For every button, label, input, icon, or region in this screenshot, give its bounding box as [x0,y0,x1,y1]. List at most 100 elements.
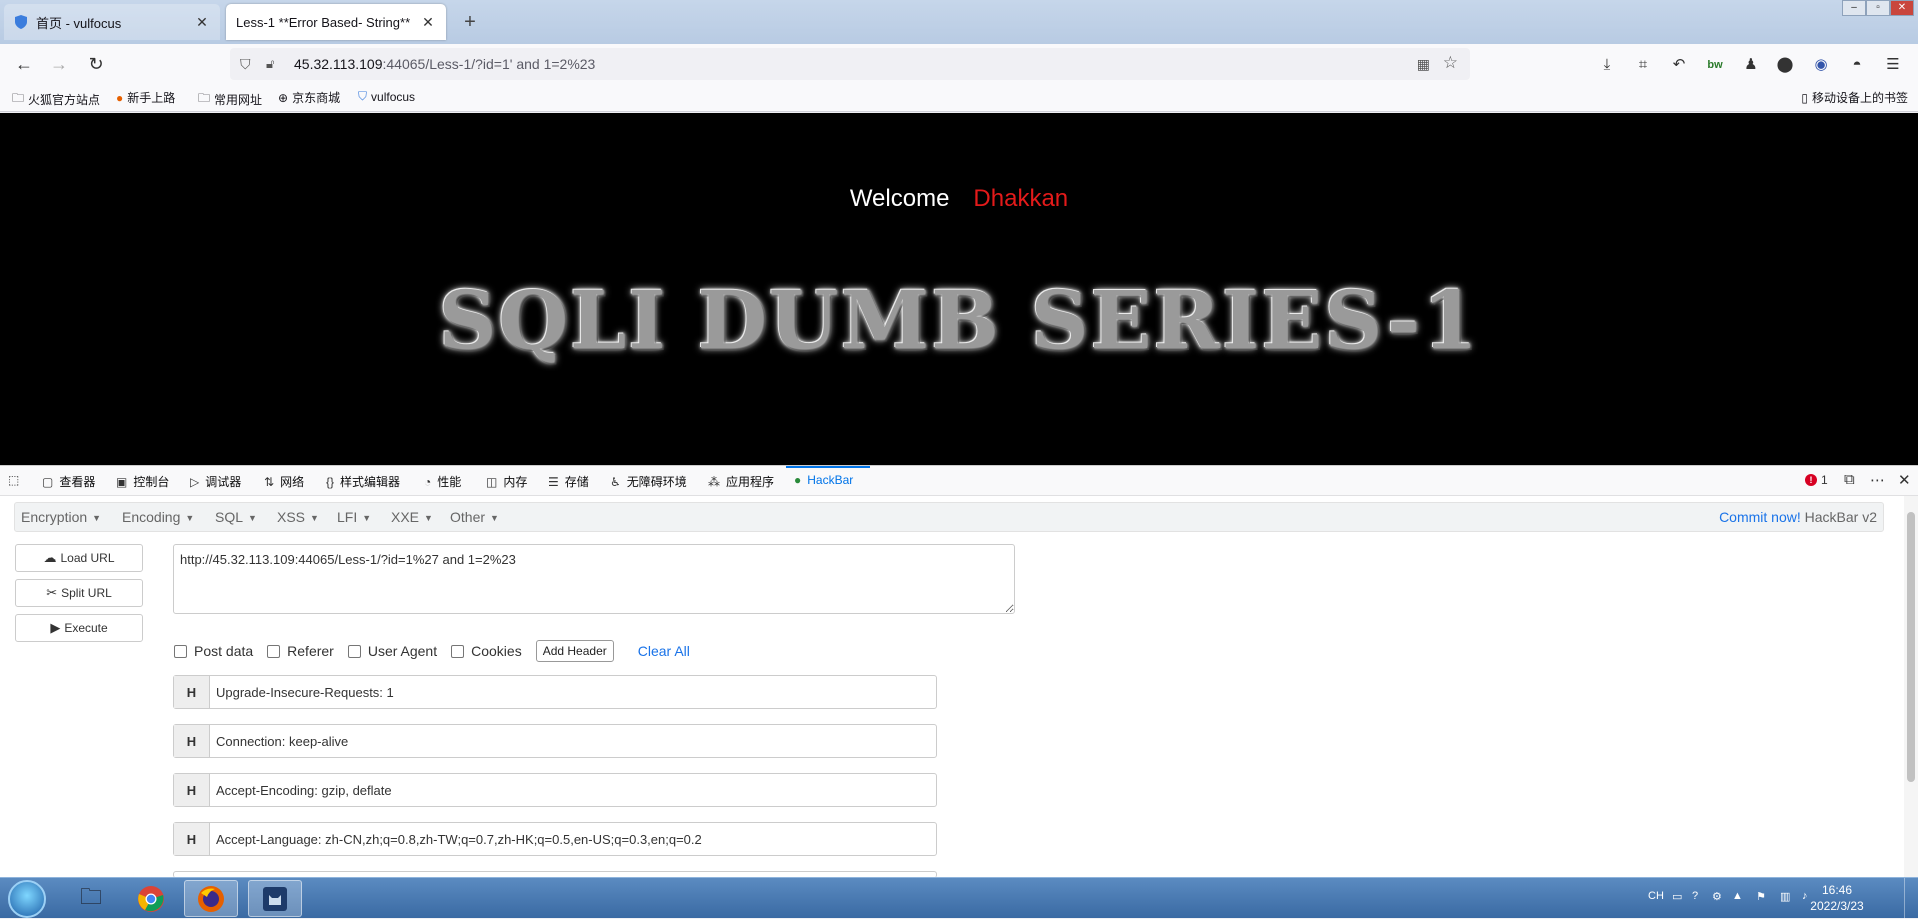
menu-label: XSS [277,509,306,525]
extension-spy-icon[interactable]: ♟ [1740,54,1762,76]
menu-encryption[interactable]: Encryption ▼ [21,509,101,525]
commit-now-link[interactable]: Commit now! [1719,509,1801,525]
dock-side-icon[interactable]: ⧉ [1844,471,1855,488]
bookmark-getting-started[interactable]: ● 新手上路 [116,89,175,106]
header-value[interactable]: Upgrade-Insecure-Requests: 1 [210,676,394,708]
language-indicator[interactable]: CH [1648,890,1664,902]
checkbox-box[interactable] [347,644,361,658]
tab-title: 首页 - vulfocus [36,15,122,31]
bookmark-star-icon[interactable]: ☆ [1443,53,1458,73]
menu-encoding[interactable]: Encoding ▼ [122,509,194,525]
header-value[interactable]: Connection: keep-alive [210,725,348,757]
menu-other[interactable]: Other ▼ [450,509,499,525]
close-tab-icon[interactable]: ✕ [194,14,210,31]
hackbar-url-input[interactable]: http://45.32.113.109:44065/Less-1/?id=1%… [173,544,1015,614]
tab-performance[interactable]: ◔ 性能 [424,473,461,490]
tab-style-editor[interactable]: {} 样式编辑器 [326,473,400,490]
tab-console[interactable]: ▣ 控制台 [116,473,169,490]
tab-inspector[interactable]: ▢ 查看器 [42,473,95,490]
extension-circle-icon[interactable]: ⬤ [1774,54,1796,76]
url-text[interactable]: 45.32.113.109:44065/Less-1/?id=1' and 1=… [294,56,595,72]
menu-xss[interactable]: XSS ▼ [277,509,319,525]
tracking-protection-shield-icon[interactable]: ⛉ [240,56,258,73]
tab-vulfocus[interactable]: 首页 - vulfocus ✕ [4,4,220,40]
error-count-badge[interactable]: ! 1 [1805,473,1828,487]
tab-application[interactable]: ⁂ 应用程序 [708,473,774,490]
qr-code-icon[interactable]: ▦ [1417,56,1430,73]
bookmark-jd[interactable]: ⊕ 京东商城 [278,89,340,106]
back-arrow-icon[interactable]: ← [10,52,38,76]
checkbox-box[interactable] [174,644,187,658]
tray-expand-icon[interactable]: ▲ [1732,890,1743,902]
welcome-text: Welcome [849,185,950,212]
start-button[interactable] [8,880,46,918]
bookmark-vulfocus[interactable]: ⛉ vulfocus [358,89,415,104]
window-close-button[interactable]: ✕ [1890,0,1914,16]
system-clock[interactable]: 16:46 2022/3/23 [1802,882,1872,914]
cookies-checkbox[interactable]: Cookies [451,643,522,659]
header-value[interactable]: Accept-Encoding: gzip, deflate [210,774,392,806]
download-icon[interactable]: ⤓ [1596,54,1618,76]
menu-sql[interactable]: SQL ▼ [215,509,257,525]
extension-hat-icon[interactable]: ◓ [1846,54,1868,76]
tab-storage[interactable]: ☰ 存储 [548,473,589,490]
header-row[interactable]: H Accept-Encoding: gzip, deflate [173,773,937,807]
show-desktop-button[interactable] [1904,878,1918,919]
menu-hamburger-icon[interactable]: ☰ [1882,54,1904,76]
devtools-scrollbar[interactable] [1904,496,1918,878]
settings-icon[interactable]: ⚙ [1712,890,1722,903]
header-row[interactable]: H Upgrade-Insecure-Requests: 1 [173,675,937,709]
app-cat-icon[interactable] [248,880,302,917]
action-center-icon[interactable]: ⚑ [1756,890,1766,903]
network-tray-icon[interactable]: ▥ [1780,890,1790,903]
close-tab-icon[interactable]: ✕ [420,14,436,31]
keyboard-icon[interactable]: ▭ [1672,890,1682,903]
checkbox-box[interactable] [267,644,281,658]
tab-hackbar[interactable]: ● HackBar [794,473,853,487]
url-bar[interactable]: ⛉ 🔓︎ 45.32.113.109:44065/Less-1/?id=1' a… [230,48,1470,80]
post-data-checkbox[interactable]: Post data [174,643,253,659]
forward-arrow-icon[interactable]: → [45,52,73,76]
tab-network[interactable]: ⇅ 网络 [264,473,304,490]
header-row[interactable]: H Connection: keep-alive [173,724,937,758]
vulfocus-shield-icon [14,15,28,29]
referer-checkbox[interactable]: Referer [267,643,334,659]
tab-memory[interactable]: ◫ 内存 [486,473,527,490]
header-row[interactable]: H Accept-Language: zh-CN,zh;q=0.8,zh-TW;q… [173,822,937,856]
more-options-icon[interactable]: ⋯ [1870,471,1885,489]
element-picker-icon[interactable]: ⬚ [8,473,25,487]
chrome-icon[interactable] [124,880,178,917]
tab-accessibility[interactable]: ♿︎ 无障碍环境 [610,473,687,490]
header-h-label: H [174,823,210,855]
header-value[interactable]: Accept-Language: zh-CN,zh;q=0.8,zh-TW;q=… [210,823,702,855]
mobile-bookmarks[interactable]: ▯ 移动设备上的书签 [1801,89,1908,106]
bookmark-firefox-official[interactable]: 🗀︎ 火狐官方站点 [12,89,100,110]
scrollbar-thumb[interactable] [1907,512,1915,782]
new-tab-button[interactable]: + [458,10,482,34]
extension-globe-icon[interactable]: ◉ [1810,54,1832,76]
tab-less-1[interactable]: Less-1 **Error Based- String** ✕ [226,4,446,40]
tab-debugger[interactable]: ▷ 调试器 [190,473,241,490]
execute-button[interactable]: ▶ Execute [15,614,143,642]
menu-lfi[interactable]: LFI ▼ [337,509,371,525]
close-devtools-icon[interactable]: ✕ [1898,471,1911,489]
split-url-button[interactable]: ✂ Split URL [15,579,143,607]
extension-bw-icon[interactable]: bw [1704,54,1726,76]
user-agent-checkbox[interactable]: User Agent [347,643,437,659]
menu-xxe[interactable]: XXE ▼ [391,509,433,525]
help-icon[interactable]: ? [1692,890,1698,902]
bookmark-common-sites[interactable]: 🗀︎ 常用网址 [198,89,262,110]
add-header-button[interactable]: Add Header [535,640,614,662]
checkbox-box[interactable] [451,644,465,658]
clear-all-link[interactable]: Clear All [638,643,690,659]
reload-icon[interactable]: ↻ [82,52,110,76]
screenshot-crop-icon[interactable]: ⌗ [1632,54,1654,76]
maximize-button[interactable]: ▫ [1866,0,1890,16]
file-explorer-icon[interactable]: 🗀︎ [64,880,118,917]
undo-icon[interactable]: ↶ [1668,54,1690,76]
load-url-button[interactable]: ☁ Load URL [15,544,143,572]
firefox-taskbar-icon[interactable] [184,880,238,917]
caret-down-icon: ▼ [248,513,257,524]
connection-info-icon[interactable]: 🔓︎ [266,56,284,72]
minimize-button[interactable]: – [1842,0,1866,16]
